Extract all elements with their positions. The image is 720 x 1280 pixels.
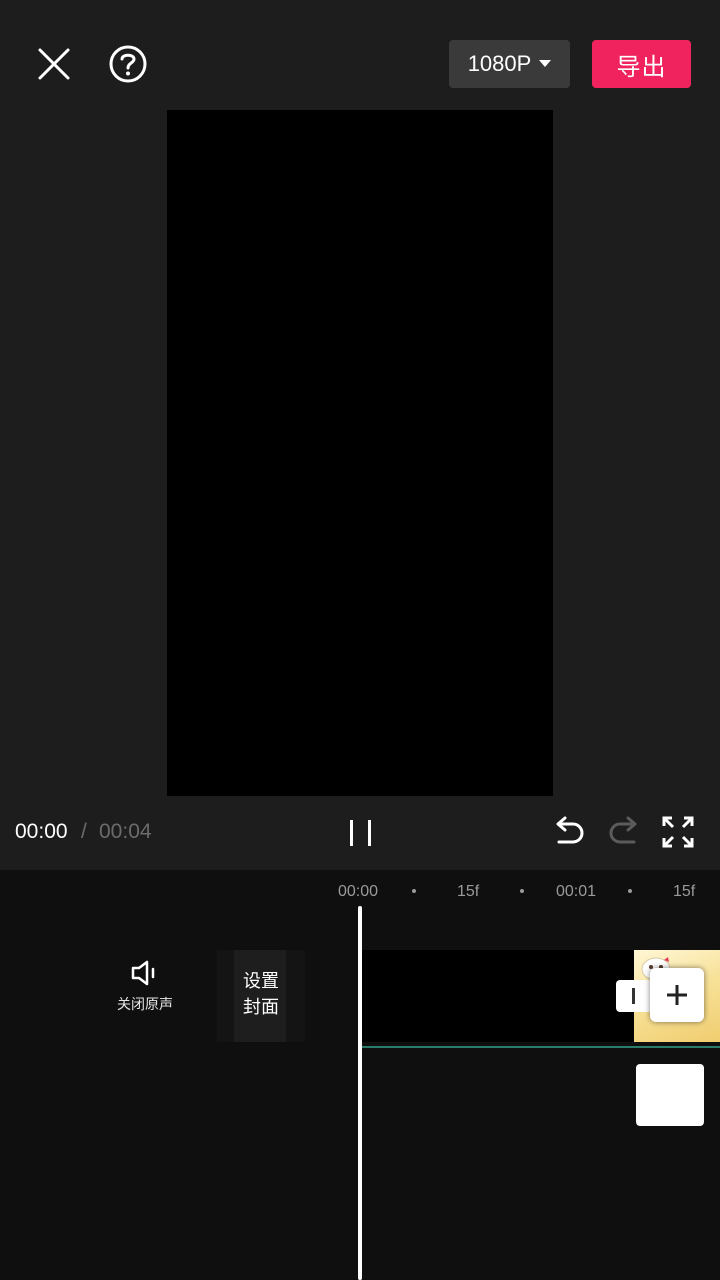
fullscreen-button[interactable] (660, 814, 696, 850)
total-time: 00:04 (99, 820, 152, 843)
close-icon (38, 48, 70, 80)
ruler-label: 15f (457, 883, 480, 900)
time-separator: / (81, 820, 87, 843)
caret-down-icon (539, 60, 552, 67)
redo-button[interactable] (606, 814, 642, 850)
add-clip-button[interactable] (650, 968, 704, 1022)
undo-icon (556, 816, 584, 844)
playhead[interactable] (358, 906, 362, 1280)
resolution-label: 1080P (467, 51, 532, 76)
video-preview[interactable] (167, 110, 553, 796)
redo-icon (609, 816, 637, 844)
cover-label-line1: 设置 (243, 971, 279, 991)
ruler-dot (520, 889, 524, 893)
mute-original-audio-button[interactable]: 关闭原声 (105, 960, 185, 1030)
current-time: 00:00 (15, 820, 68, 843)
undo-button[interactable] (551, 814, 587, 850)
speaker-icon (131, 960, 155, 986)
pause-button[interactable] (340, 812, 382, 854)
close-button[interactable] (30, 40, 78, 88)
resolution-dropdown[interactable]: 1080P (449, 40, 570, 88)
ruler-label: 00:00 (338, 883, 379, 900)
track-placeholder[interactable] (636, 1064, 704, 1126)
transition-icon (632, 988, 635, 1004)
cover-label-line2: 封面 (243, 997, 279, 1017)
fullscreen-icon (662, 816, 694, 848)
ruler-label: 00:01 (556, 883, 597, 900)
clip-audio-line (362, 1046, 720, 1048)
plus-icon (667, 985, 687, 1005)
export-button[interactable]: 导出 (592, 40, 691, 88)
help-button[interactable] (104, 40, 152, 88)
video-clip[interactable] (362, 950, 634, 1042)
ruler-dot (628, 889, 632, 893)
ruler-label: 15f (673, 883, 696, 900)
pause-icon (350, 820, 371, 846)
ruler-dot (412, 889, 416, 893)
help-icon (109, 45, 147, 83)
mute-label: 关闭原声 (117, 996, 173, 1012)
set-cover-label: 设置 封面 (217, 968, 305, 1020)
